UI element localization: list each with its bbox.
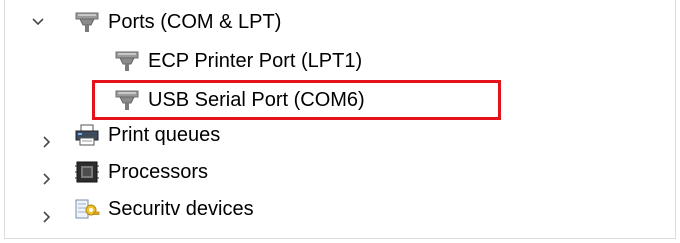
port-connector-icon: [114, 88, 140, 112]
security-key-icon: [74, 197, 100, 221]
port-connector-icon: [74, 10, 100, 34]
tree-node-label: ECP Printer Port (LPT1): [148, 50, 363, 72]
expand-chevron-right-icon[interactable]: [39, 209, 55, 225]
expand-chevron-down-icon[interactable]: [30, 14, 46, 30]
tree-node-processors[interactable]: Processors: [74, 157, 208, 187]
expand-chevron-right-icon[interactable]: [39, 171, 55, 187]
tree-node-ports[interactable]: Ports (COM & LPT): [74, 7, 281, 37]
tree-node-label: Securitv devices: [108, 198, 254, 220]
device-manager-tree: Ports (COM & LPT) ECP Printer Port (LPT1…: [0, 0, 680, 243]
tree-node-label: Print queues: [108, 124, 221, 146]
processor-chip-icon: [74, 160, 100, 184]
printer-icon: [74, 123, 100, 147]
expand-chevron-right-icon[interactable]: [39, 134, 55, 150]
tree-node-label: USB Serial Port (COM6): [148, 89, 365, 111]
tree-node-security-devices[interactable]: Securitv devices: [74, 194, 254, 224]
port-connector-icon: [114, 49, 140, 73]
tree-node-label: Ports (COM & LPT): [108, 11, 282, 33]
tree-node-label: Processors: [108, 161, 209, 183]
tree-node-ecp-printer-port[interactable]: ECP Printer Port (LPT1): [114, 46, 362, 76]
tree-node-usb-serial-port[interactable]: USB Serial Port (COM6): [114, 85, 365, 115]
tree-node-print-queues[interactable]: Print queues: [74, 120, 220, 150]
